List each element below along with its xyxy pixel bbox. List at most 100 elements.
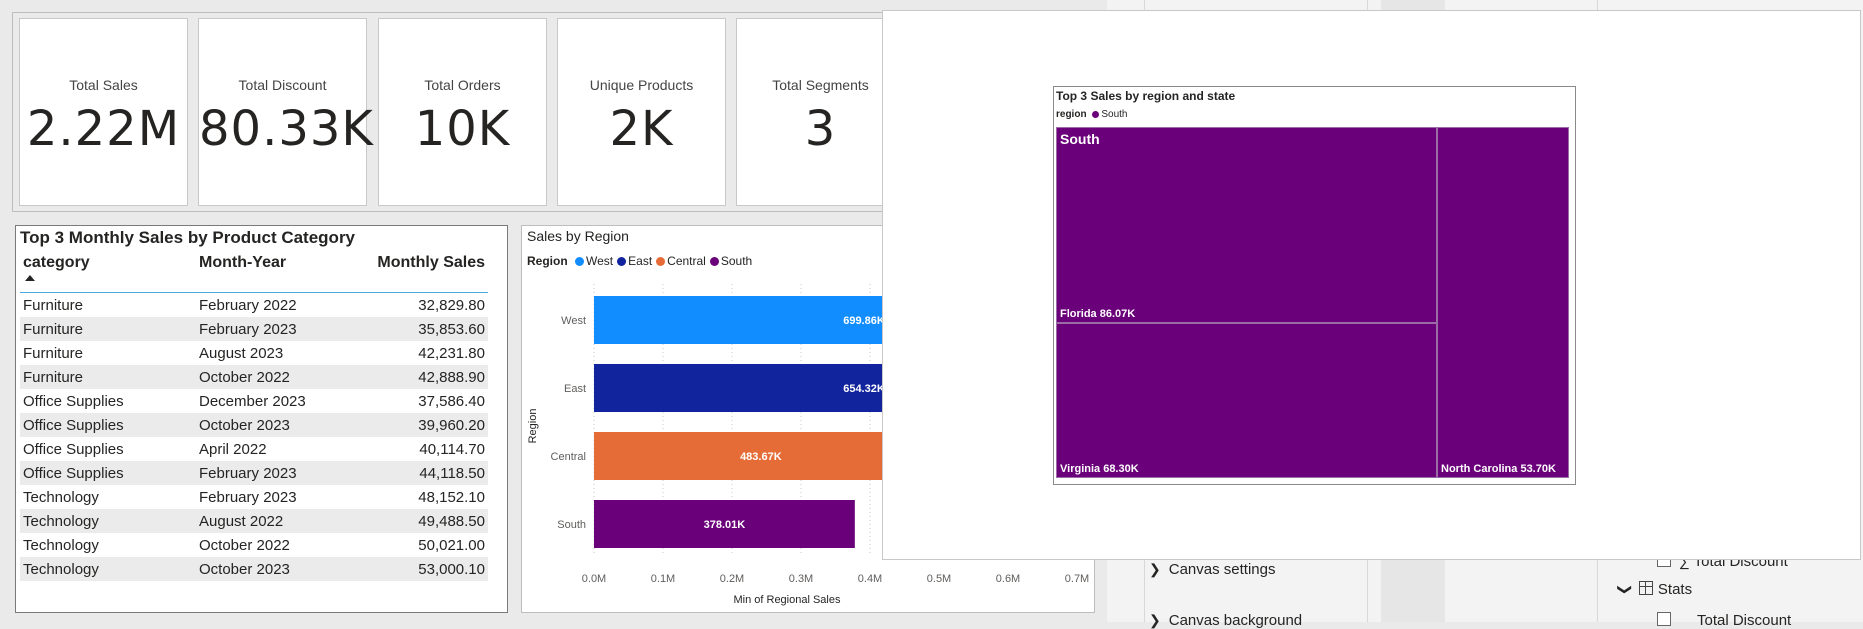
cell-monthly-sales: 37,586.40 <box>418 392 485 410</box>
cell-category: Furniture <box>20 317 196 341</box>
kpi-label: Total Discount <box>238 77 327 93</box>
table-row[interactable]: Furniture February 2023 35,853.60 <box>20 317 488 341</box>
chevron-right-icon: ❯ <box>1149 561 1161 577</box>
table-row[interactable]: Furniture October 2022 42,888.90 <box>20 365 488 389</box>
cell-monthly-sales: 44,118.50 <box>342 461 488 485</box>
table-row[interactable]: Furniture February 2022 32,829.80 <box>20 293 488 318</box>
cell-category: Office Supplies <box>20 461 196 485</box>
table-row[interactable]: Technology October 2023 53,000.10 <box>20 557 488 581</box>
cell-category: Office Supplies <box>23 440 124 458</box>
x-axis-label: Min of Regional Sales <box>733 594 841 606</box>
cell-category: Technology <box>23 488 99 506</box>
table-row[interactable]: Office Supplies April 2022 40,114.70 <box>20 437 488 461</box>
kpi-value: 3 <box>804 101 837 157</box>
x-tick-label: 0.3M <box>789 573 813 585</box>
table-label: Stats <box>1657 581 1693 598</box>
kpi-value: 2K <box>609 101 674 157</box>
cell-monthly-sales: 50,021.00 <box>418 536 485 554</box>
treemap-tile-label: Virginia 68.30K <box>1060 463 1139 475</box>
column-header-monthly-sales[interactable]: Monthly Sales <box>342 254 488 293</box>
treemap-tile-virginia[interactable]: Virginia 68.30K <box>1056 323 1437 478</box>
cell-month-year: April 2022 <box>199 440 267 458</box>
cell-category: Furniture <box>20 365 196 389</box>
legend-dot <box>1092 111 1100 118</box>
kpi-card-total-sales[interactable]: Total Sales 2.22M <box>19 18 188 206</box>
cell-monthly-sales: 53,000.10 <box>342 557 488 581</box>
y-tick-label: West <box>561 315 586 327</box>
kpi-card-total-segments[interactable]: Total Segments 3 <box>736 18 905 206</box>
cell-monthly-sales: 42,231.80 <box>418 344 485 362</box>
table-visual[interactable]: Top 3 Monthly Sales by Product Category … <box>15 225 508 613</box>
x-tick-label: 0.5M <box>927 573 951 585</box>
data-label: 654.32K <box>843 383 885 395</box>
treemap-tile-label: North Carolina 53.70K <box>1441 463 1556 475</box>
data-label: 378.01K <box>704 519 746 531</box>
kpi-card-unique-products[interactable]: Unique Products 2K <box>557 18 726 206</box>
canvas-background-section[interactable]: ❯ Canvas background <box>1149 612 1302 629</box>
data-table: category Month-Year Monthly Sales Furnit… <box>20 254 488 581</box>
cell-month-year: August 2023 <box>199 344 284 362</box>
treemap-visual[interactable]: Top 3 Sales by region and state region S… <box>1053 86 1576 485</box>
table-row[interactable]: Office Supplies October 2023 39,960.20 <box>20 413 488 437</box>
cell-category: Technology <box>23 536 99 554</box>
treemap-tile-label: Florida 86.07K <box>1060 308 1136 320</box>
cell-month-year: February 2023 <box>199 488 297 506</box>
legend-title: region <box>1056 109 1087 120</box>
cell-category: Furniture <box>23 296 84 314</box>
cell-month-year: October 2022 <box>196 365 342 389</box>
table-title: Top 3 Monthly Sales by Product Category <box>20 228 356 247</box>
cell-month-year: August 2022 <box>196 509 342 533</box>
table-row[interactable]: Office Supplies December 2023 37,586.40 <box>20 389 488 413</box>
cell-month-year: February 2022 <box>199 296 297 314</box>
x-tick-label: 0.4M <box>858 573 882 585</box>
cell-month-year: October 2023 <box>196 413 342 437</box>
treemap-tile-florida[interactable]: Florida 86.07K <box>1056 127 1437 323</box>
section-label: Canvas background <box>1168 612 1303 629</box>
table-row[interactable]: Furniture August 2023 42,231.80 <box>20 341 488 365</box>
x-tick-label: 0.0M <box>582 573 606 585</box>
cell-monthly-sales: 48,152.10 <box>418 488 485 506</box>
field-checkbox[interactable] <box>1657 612 1671 626</box>
cell-category: Office Supplies <box>20 413 196 437</box>
x-tick-label: 0.1M <box>651 573 675 585</box>
y-tick-label: East <box>564 383 586 395</box>
data-label: 483.67K <box>740 451 782 463</box>
treemap-legend: region South <box>1056 109 1127 120</box>
y-axis-label: Region <box>527 409 539 444</box>
table-row[interactable]: Office Supplies February 2023 44,118.50 <box>20 461 488 485</box>
table-row[interactable]: Technology August 2022 49,488.50 <box>20 509 488 533</box>
cell-monthly-sales: 39,960.20 <box>342 413 488 437</box>
cell-month-year: October 2022 <box>199 536 290 554</box>
kpi-card-total-discount[interactable]: Total Discount 80.33K <box>198 18 374 206</box>
field-total-discount[interactable]: Total Discount <box>1657 612 1791 629</box>
table-row[interactable]: Technology October 2022 50,021.00 <box>20 533 488 557</box>
kpi-label: Total Segments <box>772 77 869 93</box>
table-body: Furniture February 2022 32,829.80 Furniture… <box>20 293 488 581</box>
y-tick-label: South <box>557 519 586 531</box>
x-tick-label: 0.6M <box>996 573 1020 585</box>
kpi-label: Total Sales <box>69 77 138 93</box>
cell-monthly-sales: 32,829.80 <box>418 296 485 314</box>
cell-category: Technology <box>20 509 196 533</box>
kpi-value: 80.33K <box>199 101 374 157</box>
table-row[interactable]: Technology February 2023 48,152.10 <box>20 485 488 509</box>
treemap-group-label: South <box>1060 131 1100 147</box>
kpi-card-total-orders[interactable]: Total Orders 10K <box>378 18 547 206</box>
kpi-label: Unique Products <box>589 77 694 93</box>
table-stats[interactable]: ❯ Stats <box>1617 581 1693 598</box>
treemap-tile-north-carolina[interactable]: North Carolina 53.70K <box>1437 127 1569 478</box>
column-header-month-year[interactable]: Month-Year <box>196 254 342 293</box>
x-tick-label: 0.2M <box>720 573 744 585</box>
cell-month-year: December 2023 <box>199 392 306 410</box>
column-header-category[interactable]: category <box>20 254 196 293</box>
focus-mode-popout: Top 3 Sales by region and state region S… <box>882 10 1861 560</box>
field-label: Total Discount <box>1697 612 1792 629</box>
kpi-label: Total Orders <box>424 77 501 93</box>
treemap-plot: South Florida 86.07K Virginia 68.30K North… <box>1056 127 1569 478</box>
canvas-settings-section[interactable]: ❯ Canvas settings <box>1149 561 1275 578</box>
x-tick-label: 0.7M <box>1065 573 1089 585</box>
cell-month-year: October 2023 <box>196 557 342 581</box>
cell-monthly-sales: 42,888.90 <box>342 365 488 389</box>
cell-month-year: February 2023 <box>196 317 342 341</box>
data-label: 699.86K <box>843 315 885 327</box>
